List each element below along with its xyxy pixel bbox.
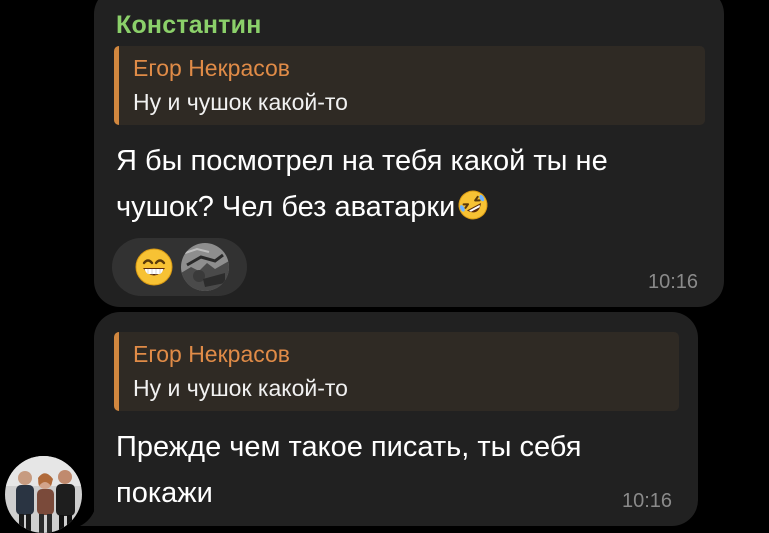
rolling-on-floor-laughing-icon <box>458 190 488 220</box>
reply-text: Ну и чушок какой-то <box>133 375 348 401</box>
reply-author: Егор Некрасов <box>133 55 291 81</box>
grinning-face-with-smiling-eyes-icon <box>135 248 173 286</box>
message-text-line: Прежде чем такое писать, ты себя <box>116 431 582 463</box>
reactor-avatar-image <box>181 243 229 291</box>
chat-screen: Константин Егор Некрасов Ну и чушок како… <box>0 0 769 533</box>
message-text-line-with-emoji: чушок? Чел без аватарки <box>116 184 608 230</box>
reply-text: Ну и чушок какой-то <box>133 89 348 115</box>
message-text: Я бы посмотрел на тебя какой ты не чушок… <box>116 138 608 230</box>
sender-avatar-image <box>5 456 82 533</box>
reactor-avatar[interactable] <box>181 243 229 291</box>
message-text-line: Я бы посмотрел на тебя какой ты не <box>116 145 608 177</box>
message-time: 10:16 <box>622 490 673 512</box>
sender-avatar[interactable] <box>5 456 82 533</box>
reply-quote[interactable]: Егор Некрасов Ну и чушок какой-то <box>114 332 679 411</box>
message-text-line: покажи <box>116 477 213 509</box>
reply-author: Егор Некрасов <box>133 341 291 367</box>
reaction-chip[interactable] <box>112 238 247 296</box>
sender-name[interactable]: Константин <box>116 11 262 40</box>
bubble-tail <box>80 506 110 526</box>
message-text: Прежде чем такое писать, ты себя покажи <box>116 424 582 516</box>
reply-quote[interactable]: Егор Некрасов Ну и чушок какой-то <box>114 46 705 125</box>
message-text-line: чушок? Чел без аватарки <box>116 191 456 223</box>
message-time: 10:16 <box>648 271 699 293</box>
